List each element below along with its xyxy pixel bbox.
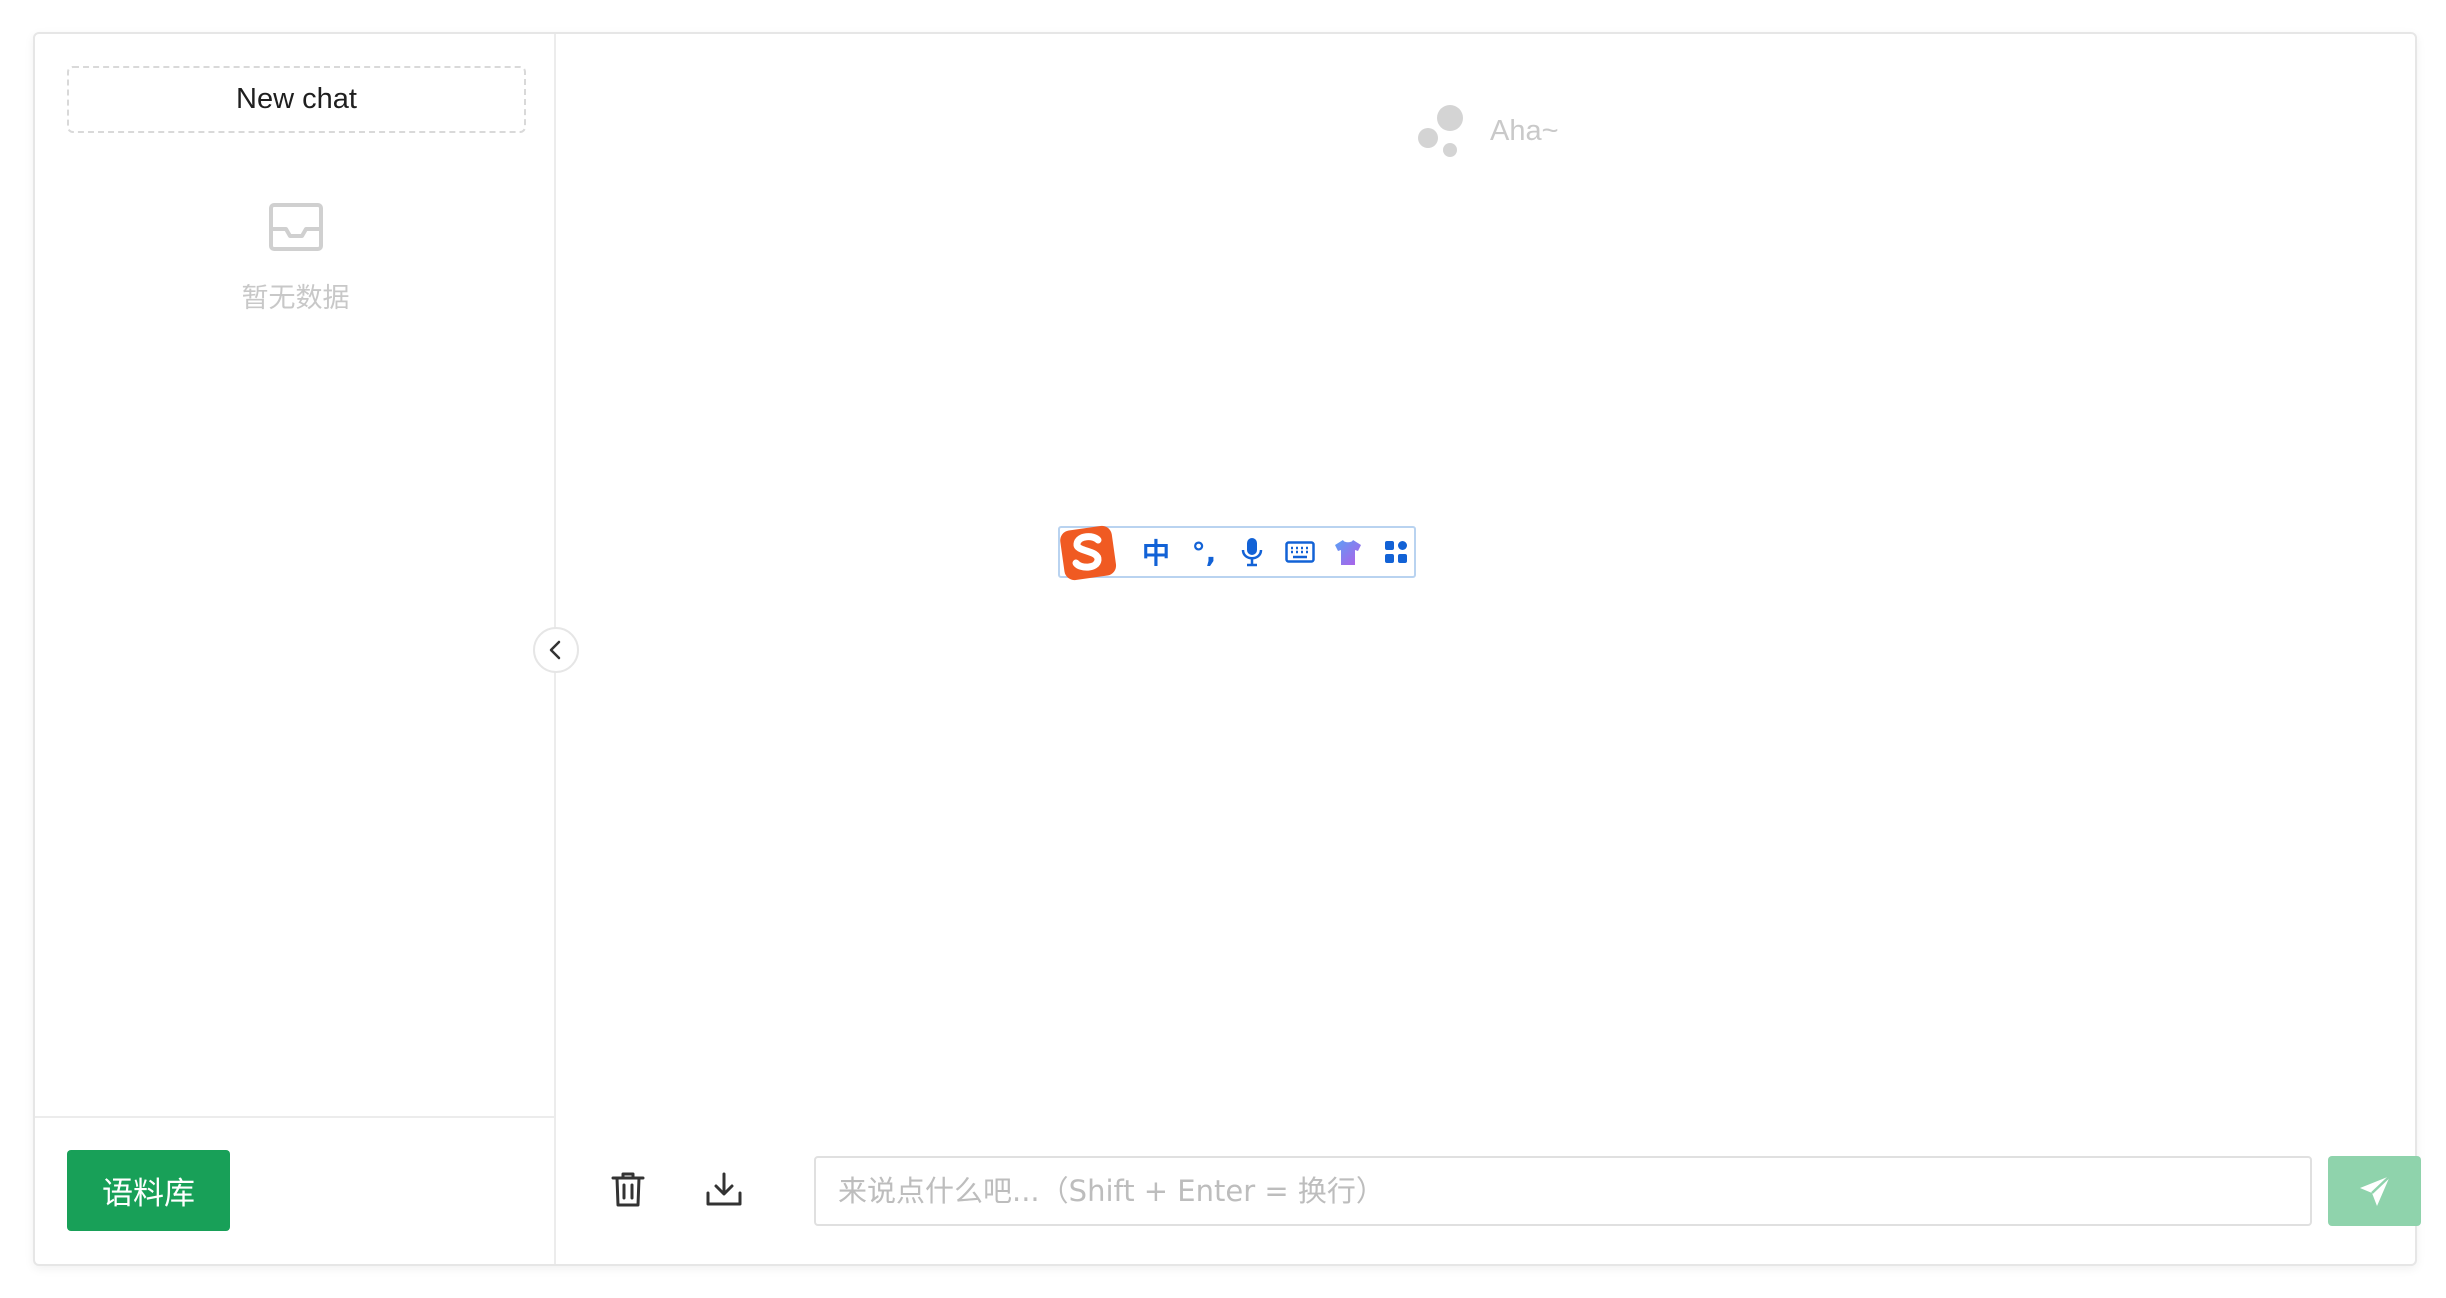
empty-state: 暂无数据 [35, 202, 556, 315]
shirt-glyph [1335, 540, 1361, 565]
keyboard-glyph [1285, 541, 1315, 563]
ime-toolbar: 中 °, [1058, 525, 1416, 581]
bubbles-logo-icon [1418, 105, 1463, 157]
keyboard-icon[interactable] [1276, 528, 1324, 576]
sidebar-footer: 语料库 [35, 1116, 556, 1264]
collapse-sidebar-button[interactable] [533, 627, 579, 673]
ime-items: 中 °, [1132, 528, 1420, 576]
new-chat-button[interactable]: New chat [67, 66, 526, 133]
chinese-mode-label: 中 [1141, 537, 1170, 570]
empty-text: 暂无数据 [241, 283, 350, 314]
microphone-icon[interactable] [1228, 528, 1276, 576]
sidebar: New chat 暂无数据 语料库 [35, 34, 556, 1264]
inbox-icon [268, 203, 323, 251]
toolbox-grid-icon[interactable] [1372, 528, 1420, 576]
corpus-button-label: 语料库 [102, 1176, 195, 1212]
send-icon [2359, 1175, 2391, 1206]
chat-app-window: New chat 暂无数据 语料库 Aha~ [33, 32, 2421, 1266]
clear-chat-button[interactable] [598, 1159, 658, 1219]
message-composer [556, 1116, 2421, 1264]
grid-glyph [1385, 541, 1407, 563]
download-chat-button[interactable] [694, 1159, 754, 1219]
send-button[interactable] [2328, 1156, 2421, 1226]
message-input[interactable] [814, 1156, 2312, 1226]
sogou-logo-icon[interactable] [1056, 520, 1120, 584]
punctuation-icon[interactable]: °, [1180, 528, 1228, 576]
download-icon [706, 1172, 742, 1206]
chat-main-panel: Aha~ [556, 34, 2421, 1264]
punctuation-label: °, [1191, 535, 1217, 569]
chevron-left-icon [549, 640, 561, 660]
brand-text: Aha~ [1490, 114, 1559, 147]
chinese-mode-icon[interactable]: 中 [1132, 528, 1180, 576]
brand: Aha~ [1416, 104, 1559, 158]
skin-shirt-icon[interactable] [1324, 528, 1372, 576]
new-chat-label: New chat [236, 83, 357, 115]
corpus-button[interactable]: 语料库 [67, 1150, 230, 1231]
trash-icon [611, 1172, 645, 1207]
microphone-glyph [1241, 538, 1263, 567]
